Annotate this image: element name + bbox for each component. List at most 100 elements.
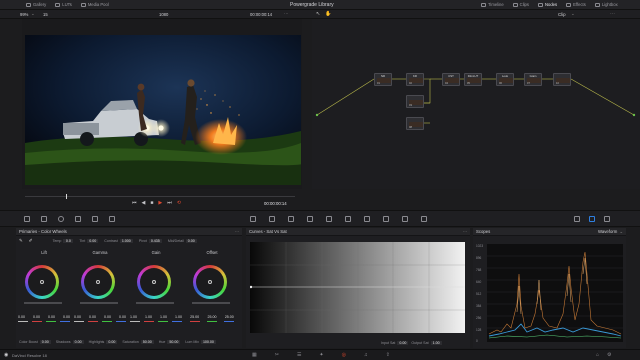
lift-b[interactable]: 0.00 xyxy=(63,315,70,319)
resolution-select[interactable]: 1080 xyxy=(159,12,168,17)
play-icon[interactable]: ▶ xyxy=(158,200,162,206)
sizing-icon[interactable] xyxy=(402,216,408,222)
gain-puck[interactable] xyxy=(152,280,156,284)
node-filmlut[interactable]: FilmLUT 05 xyxy=(464,73,482,86)
clip-dropdown-icon[interactable]: ⌄ xyxy=(571,11,575,17)
offset-b[interactable]: 25.00 xyxy=(225,315,234,319)
skip-back-icon[interactable]: ⏮ xyxy=(132,200,137,206)
offset-wheel[interactable] xyxy=(193,265,227,299)
gain-r[interactable]: 1.00 xyxy=(145,315,152,319)
scope-mode-dropdown-icon[interactable]: ⌄ xyxy=(619,229,623,235)
node-look[interactable]: Look 06 xyxy=(496,73,514,86)
offset-g[interactable]: 25.00 xyxy=(207,315,216,319)
clip-select[interactable]: Clip xyxy=(558,12,566,17)
color-warper-icon[interactable] xyxy=(269,216,275,222)
stop-icon[interactable]: ■ xyxy=(150,200,153,206)
node-10[interactable]: 10 xyxy=(553,73,571,86)
contrast-param[interactable]: Contrast 1.000 xyxy=(104,239,133,243)
input-sat-param[interactable]: Input Sat 0.00 xyxy=(381,341,409,345)
node-03[interactable]: 03 xyxy=(406,95,424,108)
offset-master-wheel[interactable] xyxy=(192,302,230,304)
node-editor[interactable]: NR 01 KR 02 03 08 CST 04 FilmLUT 05 Look 06 G… xyxy=(312,19,640,189)
highlights-param[interactable]: Highlights 0.00 xyxy=(89,340,118,344)
lift-puck[interactable] xyxy=(40,280,44,284)
loop-icon[interactable]: ⟲ xyxy=(177,200,181,206)
lift-g[interactable]: 0.00 xyxy=(48,315,55,319)
metadata-icon[interactable] xyxy=(604,216,610,222)
settings-icon[interactable]: ⚙ xyxy=(607,352,611,358)
mid-detail-param[interactable]: Mid/Detail 0.00 xyxy=(168,239,197,243)
zoom-level[interactable]: 99% xyxy=(20,12,28,17)
color-page-icon[interactable]: ◎ xyxy=(342,352,346,358)
shadows-value[interactable]: 0.00 xyxy=(72,340,84,344)
play-reverse-icon[interactable]: ◀ xyxy=(142,200,146,206)
gamma-r[interactable]: 0.00 xyxy=(89,315,96,319)
gamma-y[interactable]: 0.00 xyxy=(74,315,81,319)
primaries-options-icon[interactable]: ⋯ xyxy=(235,229,239,235)
gamma-b[interactable]: 0.00 xyxy=(119,315,126,319)
clips-tab[interactable]: Clips xyxy=(512,2,529,7)
output-sat-value[interactable]: 1.00 xyxy=(430,341,442,345)
media-pool-tab[interactable]: Media Pool xyxy=(80,2,109,7)
pivot-value[interactable]: 0.435 xyxy=(148,239,162,243)
color-boost-value[interactable]: 0.00 xyxy=(39,340,51,344)
playhead[interactable] xyxy=(66,194,67,199)
timeline-tab[interactable]: Timeline xyxy=(481,2,504,7)
motion-effects-icon[interactable] xyxy=(92,216,98,222)
shadows-param[interactable]: Shadows 0.00 xyxy=(56,340,84,344)
color-boost-param[interactable]: Color Boost 0.00 xyxy=(19,340,51,344)
tint-param[interactable]: Tint 0.00 xyxy=(79,239,99,243)
nodes-tab[interactable]: Nodes xyxy=(537,2,557,7)
effects-tab[interactable]: Effects xyxy=(566,2,586,7)
key-icon[interactable] xyxy=(383,216,389,222)
lift-y[interactable]: 0.00 xyxy=(18,315,25,319)
gamma-wheel[interactable] xyxy=(81,265,115,299)
curves-icon[interactable] xyxy=(250,216,256,222)
media-page-icon[interactable]: ▦ xyxy=(252,352,257,358)
output-sat-param[interactable]: Output Sat 1.00 xyxy=(411,341,442,345)
lum-mix-value[interactable]: 100.00 xyxy=(200,340,216,344)
node-kr[interactable]: KR 02 xyxy=(406,73,424,86)
viewer-image[interactable] xyxy=(25,35,301,185)
blur-icon[interactable] xyxy=(364,216,370,222)
scopes-toggle-icon[interactable] xyxy=(589,216,595,222)
lightbox-tab[interactable]: Lightbox xyxy=(594,2,618,7)
lift-master-wheel[interactable] xyxy=(24,302,62,304)
node-nr[interactable]: NR 01 xyxy=(374,73,392,86)
color-wheels-icon[interactable] xyxy=(58,216,64,222)
pivot-param[interactable]: Pivot 0.435 xyxy=(139,239,162,243)
options-icon[interactable]: ⋯ xyxy=(284,11,289,17)
fairlight-page-icon[interactable]: ♫ xyxy=(364,352,368,358)
deliver-page-icon[interactable]: ⇪ xyxy=(386,352,390,358)
saturation-param[interactable]: Saturation 50.00 xyxy=(122,340,154,344)
edit-page-icon[interactable]: ☰ xyxy=(297,352,301,358)
3d-icon[interactable] xyxy=(421,216,427,222)
hand-icon[interactable]: ✋ xyxy=(325,11,331,17)
qualifier-icon[interactable] xyxy=(288,216,294,222)
picker-icon[interactable]: ✎ xyxy=(19,238,23,244)
gain-master-wheel[interactable] xyxy=(136,302,174,304)
gamma-puck[interactable] xyxy=(96,280,100,284)
curve-graph[interactable] xyxy=(250,242,465,333)
mid-detail-value[interactable]: 0.00 xyxy=(185,239,197,243)
lum-mix-param[interactable]: Lum Mix 100.00 xyxy=(185,340,216,344)
node-cst[interactable]: CST 04 xyxy=(442,73,460,86)
offset-r[interactable]: 25.00 xyxy=(190,315,199,319)
home-icon[interactable]: ⌂ xyxy=(596,352,599,358)
tracker-icon[interactable] xyxy=(326,216,332,222)
lift-wheel[interactable] xyxy=(25,265,59,299)
tint-value[interactable]: 0.00 xyxy=(87,239,99,243)
curves-options-icon[interactable]: ⋯ xyxy=(463,229,467,235)
cut-page-icon[interactable]: ✂ xyxy=(275,352,279,358)
gallery-tab[interactable]: Gallery xyxy=(26,2,46,7)
window-icon[interactable] xyxy=(307,216,313,222)
luts-tab[interactable]: LUTs xyxy=(55,2,72,7)
hue-value[interactable]: 50.00 xyxy=(167,340,181,344)
camera-raw-icon[interactable] xyxy=(24,216,30,222)
version-number[interactable]: 15 xyxy=(43,12,48,17)
lift-r[interactable]: 0.00 xyxy=(33,315,40,319)
saturation-value[interactable]: 50.00 xyxy=(140,340,154,344)
more-options-icon[interactable]: ⋯ xyxy=(610,11,615,17)
fusion-page-icon[interactable]: ✦ xyxy=(319,352,323,358)
gamma-master-wheel[interactable] xyxy=(80,302,118,304)
